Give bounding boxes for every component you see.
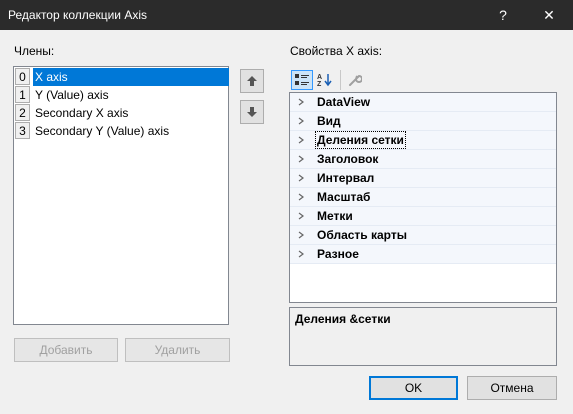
member-index: 0: [15, 68, 30, 85]
chevron-right-icon[interactable]: [298, 231, 304, 239]
chevron-right-icon[interactable]: [298, 212, 304, 220]
help-button[interactable]: ?: [481, 0, 525, 30]
alphabetical-button[interactable]: A Z: [314, 70, 336, 90]
wrench-icon: [349, 74, 362, 86]
category-name: Вид: [317, 114, 341, 128]
chevron-right-icon[interactable]: [298, 174, 304, 182]
arrow-up-icon: [247, 76, 257, 86]
help-icon: ?: [499, 7, 507, 23]
chevron-right-icon[interactable]: [298, 193, 304, 201]
category-name: Метки: [317, 209, 353, 223]
member-index: 1: [15, 86, 30, 103]
cancel-button[interactable]: Отмена: [467, 376, 557, 400]
add-button-label: Добавить: [39, 343, 93, 357]
category-row[interactable]: Область карты: [290, 226, 556, 245]
ok-button-label: OK: [404, 381, 423, 395]
chevron-right-icon[interactable]: [298, 155, 304, 163]
category-row[interactable]: Вид: [290, 112, 556, 131]
chevron-right-icon[interactable]: [298, 136, 304, 144]
properties-label: Свойства X axis:: [290, 44, 383, 58]
category-name: Деления сетки: [315, 131, 406, 149]
arrow-down-icon: [247, 107, 257, 117]
category-name: Заголовок: [317, 152, 379, 166]
category-name: Интервал: [317, 171, 375, 185]
window-title: Редактор коллекции Axis: [8, 8, 147, 22]
member-index: 2: [15, 104, 30, 121]
member-item[interactable]: 0 X axis: [15, 68, 229, 86]
member-name: Y (Value) axis: [35, 88, 109, 102]
chevron-right-icon[interactable]: [298, 98, 304, 106]
chevron-right-icon[interactable]: [298, 250, 304, 258]
member-name: Secondary X axis: [35, 106, 129, 120]
property-grid[interactable]: DataView Вид Деления сетки Заголовок Инт…: [289, 92, 557, 303]
category-name: Масштаб: [317, 190, 371, 204]
category-name: Область карты: [317, 228, 407, 242]
close-icon: ✕: [543, 6, 555, 23]
chevron-right-icon[interactable]: [298, 117, 304, 125]
category-row[interactable]: Интервал: [290, 169, 556, 188]
move-up-button[interactable]: [240, 69, 264, 93]
close-button[interactable]: ✕: [527, 0, 571, 30]
member-item[interactable]: 3 Secondary Y (Value) axis: [15, 122, 229, 140]
property-pages-button[interactable]: [344, 70, 366, 90]
member-item[interactable]: 1 Y (Value) axis: [15, 86, 229, 104]
svg-text:Z: Z: [317, 81, 322, 87]
category-row[interactable]: Масштаб: [290, 188, 556, 207]
ok-button[interactable]: OK: [369, 376, 458, 400]
category-name: Разное: [317, 247, 359, 261]
member-index: 3: [15, 122, 30, 139]
cancel-button-label: Отмена: [490, 381, 534, 395]
member-name: Secondary Y (Value) axis: [35, 124, 170, 138]
category-row[interactable]: Заголовок: [290, 150, 556, 169]
category-row[interactable]: Деления сетки: [290, 131, 556, 150]
members-label: Члены:: [14, 44, 55, 58]
add-button[interactable]: Добавить: [14, 338, 118, 362]
move-down-button[interactable]: [240, 100, 264, 124]
category-row[interactable]: DataView: [290, 93, 556, 112]
sort-az-icon: A Z: [317, 74, 332, 87]
description-title: Деления &сетки: [295, 312, 391, 326]
remove-button-label: Удалить: [154, 343, 201, 357]
member-item[interactable]: 2 Secondary X axis: [15, 104, 229, 122]
category-row[interactable]: Разное: [290, 245, 556, 264]
members-list[interactable]: 0 X axis 1 Y (Value) axis 2 Secondary X …: [13, 66, 229, 325]
description-panel: Деления &сетки: [289, 307, 557, 366]
category-row[interactable]: Метки: [290, 207, 556, 226]
remove-button[interactable]: Удалить: [125, 338, 230, 362]
categorized-icon: [295, 74, 309, 85]
member-name: X axis: [33, 68, 229, 86]
categorized-button[interactable]: [291, 70, 313, 90]
title-bar: Редактор коллекции Axis ? ✕: [0, 0, 573, 30]
category-name: DataView: [317, 95, 371, 109]
svg-text:A: A: [317, 74, 322, 81]
toolbar-separator: [340, 70, 341, 90]
